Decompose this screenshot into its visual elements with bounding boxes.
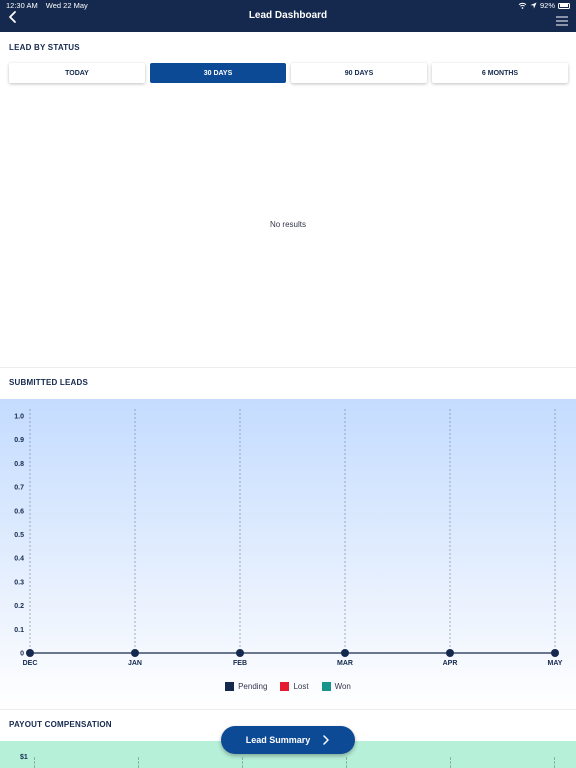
payout-gridline: [242, 757, 243, 768]
chevron-right-icon: [323, 735, 330, 745]
data-point-pending: [551, 649, 559, 657]
submitted-leads-chart: 0 0.1 0.2 0.3 0.4 0.5 0.6 0.7 0.8 0.9 1.0 DEC JAN FEB…: [0, 399, 576, 709]
payout-gridline: [138, 757, 139, 768]
payout-gridline: [554, 757, 555, 768]
status-bar-left: 12:30 AM Wed 22 May: [6, 1, 88, 10]
y-tick-label: 1.0: [14, 414, 24, 421]
y-tick-label: 0.2: [14, 603, 24, 610]
wifi-icon: [518, 2, 527, 9]
location-arrow-icon: [530, 2, 537, 9]
page-title: Lead Dashboard: [248, 10, 328, 21]
data-point-pending: [131, 649, 139, 657]
data-point-pending: [446, 649, 454, 657]
x-tick-label: MAY: [548, 660, 563, 667]
data-point-pending: [236, 649, 244, 657]
line-chart: 0 0.1 0.2 0.3 0.4 0.5 0.6 0.7 0.8 0.9 1.0 DEC JAN FEB…: [14, 409, 563, 667]
x-tick-label: APR: [443, 660, 458, 667]
legend-label-pending: Pending: [238, 682, 268, 691]
legend-swatch-won: [321, 682, 331, 691]
battery-percent: 92%: [539, 1, 555, 10]
chart-legend: Pending Lost Won: [0, 682, 576, 691]
battery-icon: [558, 2, 570, 9]
payout-gridline: [346, 757, 347, 768]
hamburger-menu-icon[interactable]: [556, 16, 568, 26]
tab-30-days[interactable]: 30 DAYS: [150, 63, 286, 83]
y-tick-label: 0.3: [14, 579, 24, 586]
y-tick-label: 0.5: [14, 532, 24, 539]
y-tick-label: 0.1: [14, 627, 24, 634]
tab-90-days[interactable]: 90 DAYS: [291, 63, 427, 83]
tab-today[interactable]: TODAY: [9, 63, 145, 83]
y-tick-label: 0.8: [14, 461, 24, 468]
navigation-bar: 12:30 AM Wed 22 May 92% Lead Dashboard: [0, 0, 576, 32]
legend-item-won: Won: [321, 682, 351, 691]
payout-compensation-title: PAYOUT COMPENSATION: [9, 720, 112, 729]
y-tick-label: 0.7: [14, 485, 24, 492]
lead-summary-label: Lead Summary: [245, 735, 311, 745]
submitted-leads-title: SUBMITTED LEADS: [9, 378, 88, 387]
status-time: 12:30 AM: [6, 1, 38, 10]
legend-label-won: Won: [334, 682, 351, 691]
tab-6-months[interactable]: 6 MONTHS: [432, 63, 568, 83]
payout-gridline: [450, 757, 451, 768]
x-tick-label: JAN: [128, 660, 142, 667]
status-date: Wed 22 May: [45, 1, 88, 10]
y-tick-label: 0.6: [14, 508, 24, 515]
lead-by-status-title: LEAD BY STATUS: [9, 43, 80, 52]
payout-y-tick: $1: [20, 754, 28, 761]
x-tick-label: FEB: [233, 660, 247, 667]
payout-gridline: [34, 757, 35, 768]
legend-swatch-pending: [225, 682, 235, 691]
legend-label-lost: Lost: [293, 682, 309, 691]
y-tick-label: 0.9: [14, 437, 24, 444]
no-results-message: No results: [269, 220, 306, 229]
legend-item-lost: Lost: [280, 682, 309, 691]
x-tick-label: MAR: [337, 660, 353, 667]
y-tick-label: 0.4: [14, 556, 24, 563]
battery-level: [559, 4, 568, 7]
lead-summary-button[interactable]: Lead Summary: [221, 726, 355, 754]
data-point-pending: [26, 649, 34, 657]
section-divider: [0, 709, 576, 710]
y-tick-label: 0: [20, 651, 24, 658]
data-point-pending: [341, 649, 349, 657]
legend-item-pending: Pending: [225, 682, 267, 691]
legend-swatch-lost: [280, 682, 290, 691]
section-divider: [0, 367, 576, 368]
x-tick-label: DEC: [23, 660, 38, 667]
status-bar-right: 92%: [518, 1, 570, 10]
